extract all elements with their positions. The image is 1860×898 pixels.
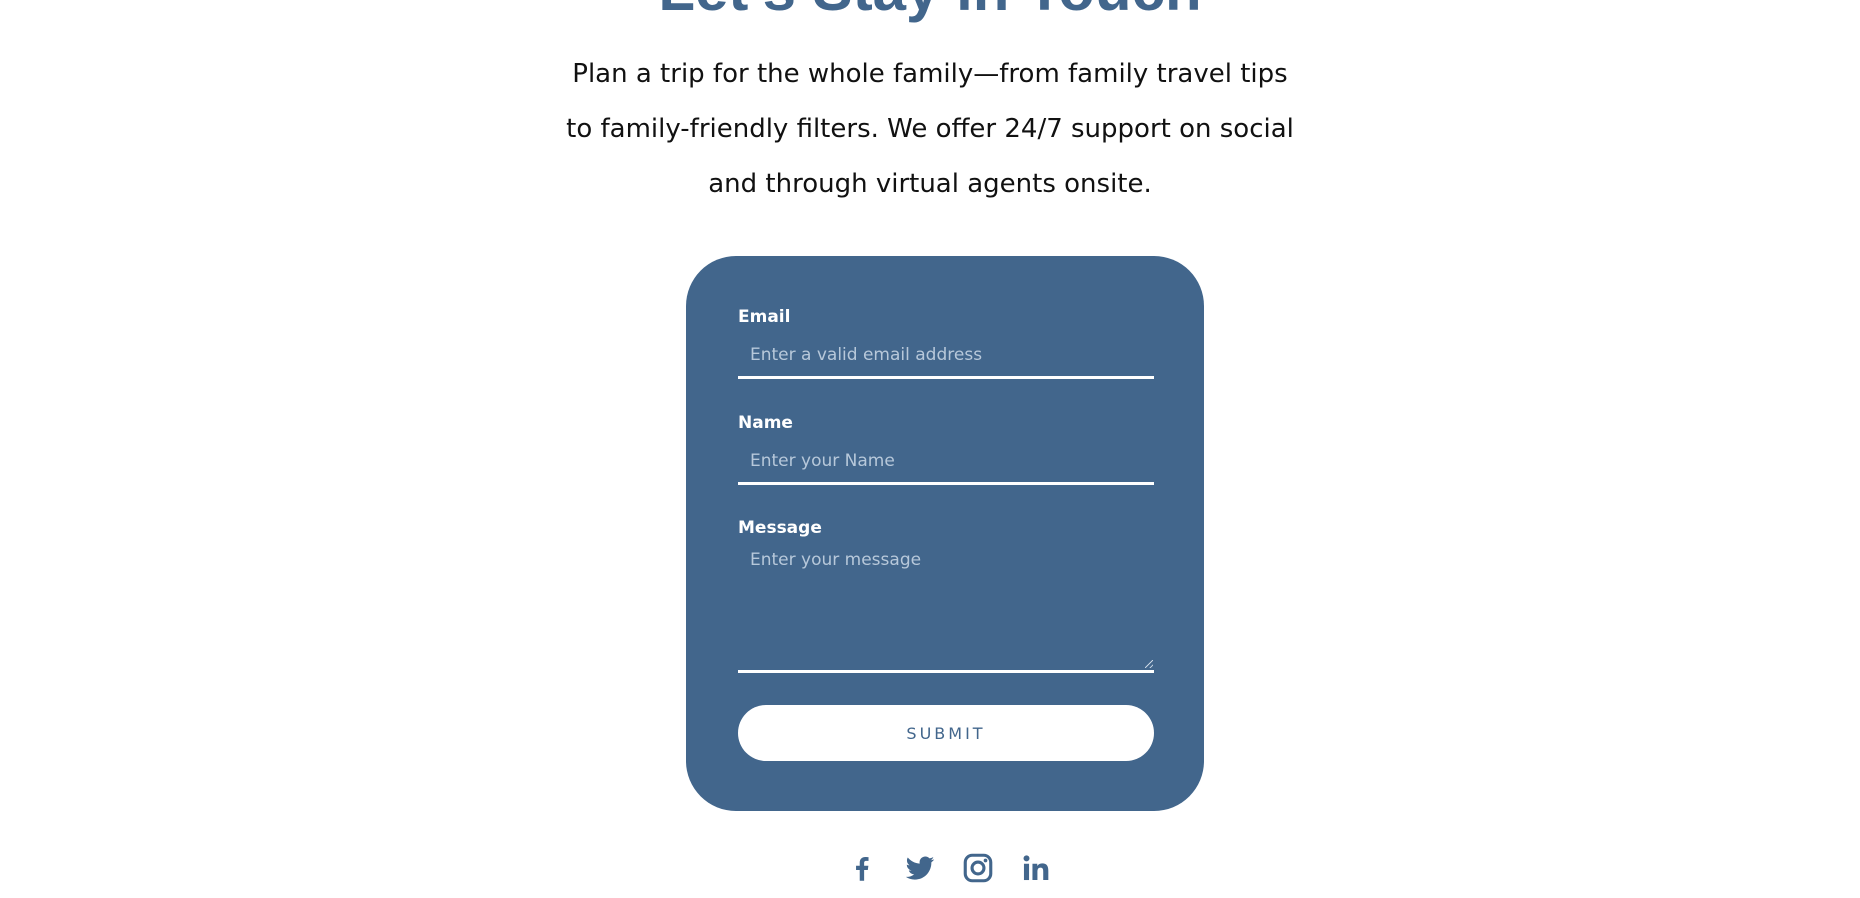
contact-form: Email Name Message SUBMIT: [686, 256, 1204, 811]
section-heading: Let's Stay in Touch: [0, 0, 1860, 20]
linkedin-link[interactable]: [1019, 851, 1053, 885]
message-field[interactable]: [738, 544, 1154, 670]
name-field-wrapper: [738, 439, 1154, 485]
intro-line-1: Plan a trip for the whole family—from fa…: [572, 59, 1288, 89]
facebook-icon: [856, 856, 869, 881]
intro-line-2: to family-friendly filters. We offer 24/…: [566, 114, 1294, 144]
intro-line-3: and through virtual agents onsite.: [708, 169, 1152, 199]
email-field-wrapper: [738, 333, 1154, 379]
linkedin-icon: [1023, 855, 1049, 881]
name-label: Name: [738, 413, 793, 433]
name-field[interactable]: [738, 439, 1154, 482]
instagram-link[interactable]: [961, 851, 995, 885]
intro-text: Plan a trip for the whole family—from fa…: [555, 47, 1305, 212]
twitter-link[interactable]: [903, 851, 937, 885]
social-links: [845, 851, 1053, 885]
instagram-icon: [963, 853, 993, 883]
resize-handle[interactable]: [1145, 660, 1153, 668]
facebook-link[interactable]: [845, 851, 879, 885]
twitter-icon: [905, 856, 935, 880]
email-field[interactable]: [738, 333, 1154, 376]
message-label: Message: [738, 518, 822, 538]
submit-button[interactable]: SUBMIT: [738, 705, 1154, 761]
message-field-wrapper: [738, 544, 1154, 673]
email-label: Email: [738, 307, 791, 327]
